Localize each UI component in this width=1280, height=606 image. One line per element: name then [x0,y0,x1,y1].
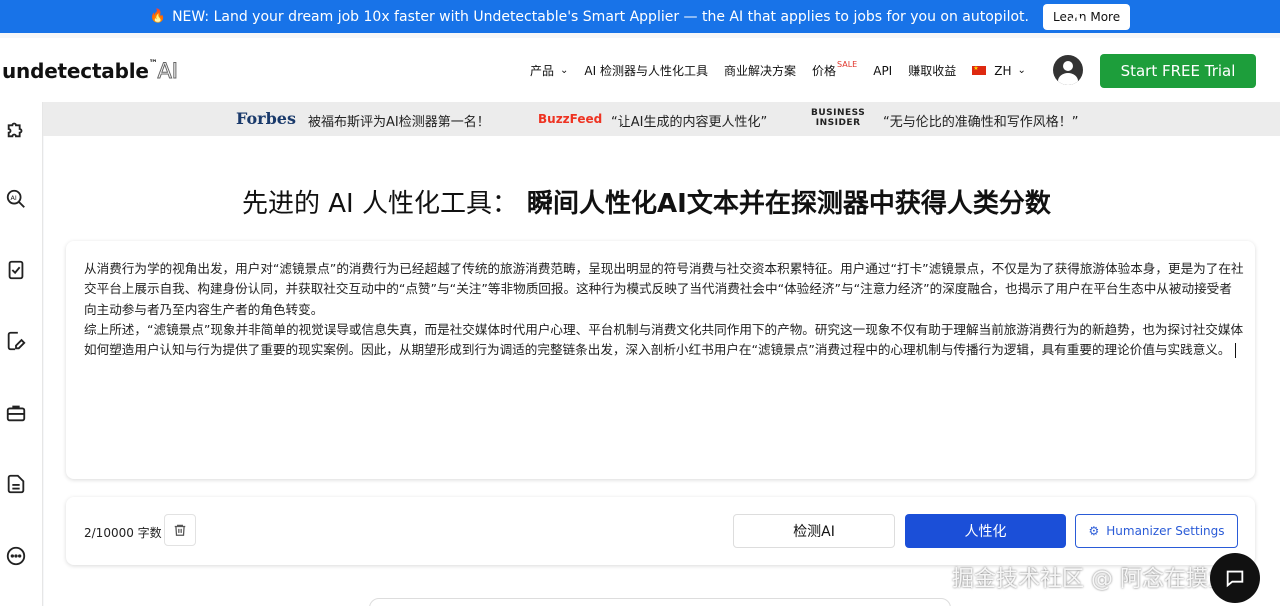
briefcase-icon[interactable] [5,402,27,424]
menu-item-earn[interactable]: 赚取收益 [908,62,956,79]
detect-ai-button[interactable]: 检测AI [733,514,895,548]
edit-document-icon[interactable] [5,330,27,352]
menu-label: 价格 [812,64,837,78]
gear-icon: ⚙ [1088,524,1100,538]
word-count: 2/10000 字数 [84,526,162,540]
menu-item-products[interactable]: 产品 ⌄ [530,62,568,79]
editor-toolbar: 2/10000 字数 检测AI 人性化 ⚙ Humanizer Settings [66,497,1255,565]
learn-more-button[interactable]: Learn More [1042,3,1131,30]
fire-icon: 🔥 [149,9,167,24]
chevron-down-icon: ⌄ [560,65,569,76]
page-title: 先进的 AI 人性化工具： 瞬间人性化AI文本并在探测器中获得人类分数 [242,183,1051,220]
document-icon[interactable] [5,473,27,495]
buzzfeed-logo: BuzzFeed [538,112,603,126]
title-prefix: 先进的 AI 人性化工具： [242,189,518,219]
banner-text: NEW: Land your dream job 10x faster with… [172,8,1029,25]
menu-item-business[interactable]: 商业解决方案 [724,62,796,79]
close-icon[interactable]: ✕ [1068,5,1085,27]
menu-label: 商业解决方案 [723,64,796,78]
logo-tm: ™ [148,59,158,69]
editor-paragraph: 综上所述，“滤镜景点”现象并非简单的视觉误导或信息失真，而是社交媒体时代用户心理… [84,320,1244,361]
svg-text:AI: AI [11,194,17,202]
main-content: 先进的 AI 人性化工具： 瞬间人性化AI文本并在探测器中获得人类分数 从消费行… [44,136,1280,606]
puzzle-icon[interactable] [5,118,27,140]
title-main: 瞬间人性化AI文本并在探测器中获得人类分数 [527,189,1051,219]
press-bar: Forbes 被福布斯评为AI检测器第一名！ BuzzFeed “让AI生成的内… [43,102,1280,136]
forbes-logo: Forbes [236,109,296,128]
menu-label: API [873,63,893,78]
menu-item-pricing[interactable]: 价格 SALE [812,60,858,79]
top-nav: undetectable™AI 产品 ⌄ AI 检测器与人性化工具 商业解决方案… [0,38,1280,102]
chevron-down-icon: ⌄ [1017,65,1026,76]
logo[interactable]: undetectable™AI [2,59,178,84]
humanizer-settings-button[interactable]: ⚙ Humanizer Settings [1075,514,1238,548]
menu-label: AI 检测器与人性化工具 [584,64,708,78]
language-selector[interactable]: ZH ⌄ [972,62,1026,79]
menu-item-api[interactable]: API [873,62,892,79]
buzzfeed-quote: “让AI生成的内容更人性化” [611,115,768,130]
main-menu: 产品 ⌄ AI 检测器与人性化工具 商业解决方案 价格 SALE API 赚取收益… [530,60,1042,79]
ai-search-icon[interactable]: AI [5,188,27,210]
editor-paragraph-text: 综上所述，“滤镜景点”现象并非简单的视觉误导或信息失真，而是社交媒体时代用户心理… [84,321,1244,358]
bi-line1: BUSINESS [811,108,866,118]
editor-paragraph: 从消费行为学的视角出发，用户对“滤镜景点”的消费行为已经超越了传统的旅游消费范畴… [84,261,1244,317]
chat-icon[interactable] [1210,553,1260,603]
forbes-quote: 被福布斯评为AI检测器第一名！ [308,115,490,130]
language-label: ZH [994,63,1012,78]
logo-text: undetectable [2,59,149,83]
humanize-button[interactable]: 人性化 [905,514,1066,548]
menu-label: 赚取收益 [908,64,957,78]
more-icon[interactable] [5,545,27,567]
menu-item-detector[interactable]: AI 检测器与人性化工具 [584,62,708,79]
text-caret [1234,343,1236,359]
sidebar: AI [0,102,43,606]
watermark: 掘金技术社区 @ 阿念在摸鱼 [952,567,1230,592]
clear-text-button[interactable] [164,514,196,546]
start-trial-button[interactable]: Start FREE Trial [1100,54,1256,88]
checklist-icon[interactable] [5,259,27,281]
editor-content[interactable]: 从消费行为学的视角出发，用户对“滤镜景点”的消费行为已经超越了传统的旅游消费范畴… [84,259,1244,360]
business-insider-quote: “无与伦比的准确性和写作风格！” [883,115,1079,130]
menu-label: 产品 [530,64,555,78]
trash-icon [174,524,186,536]
bi-line2: INSIDER [815,118,861,128]
business-insider-logo: BUSINESS INSIDER [811,108,865,128]
logo-ai: AI [157,59,178,84]
text-editor[interactable]: 从消费行为学的视角出发，用户对“滤镜景点”的消费行为已经超越了传统的旅游消费范畴… [66,241,1255,479]
user-avatar-icon[interactable] [1053,55,1083,85]
china-flag-icon [972,65,987,75]
sale-badge: SALE [837,60,858,69]
lower-panel [369,598,951,606]
settings-label: Humanizer Settings [1106,524,1225,538]
promo-banner: 🔥 NEW: Land your dream job 10x faster wi… [0,0,1280,33]
